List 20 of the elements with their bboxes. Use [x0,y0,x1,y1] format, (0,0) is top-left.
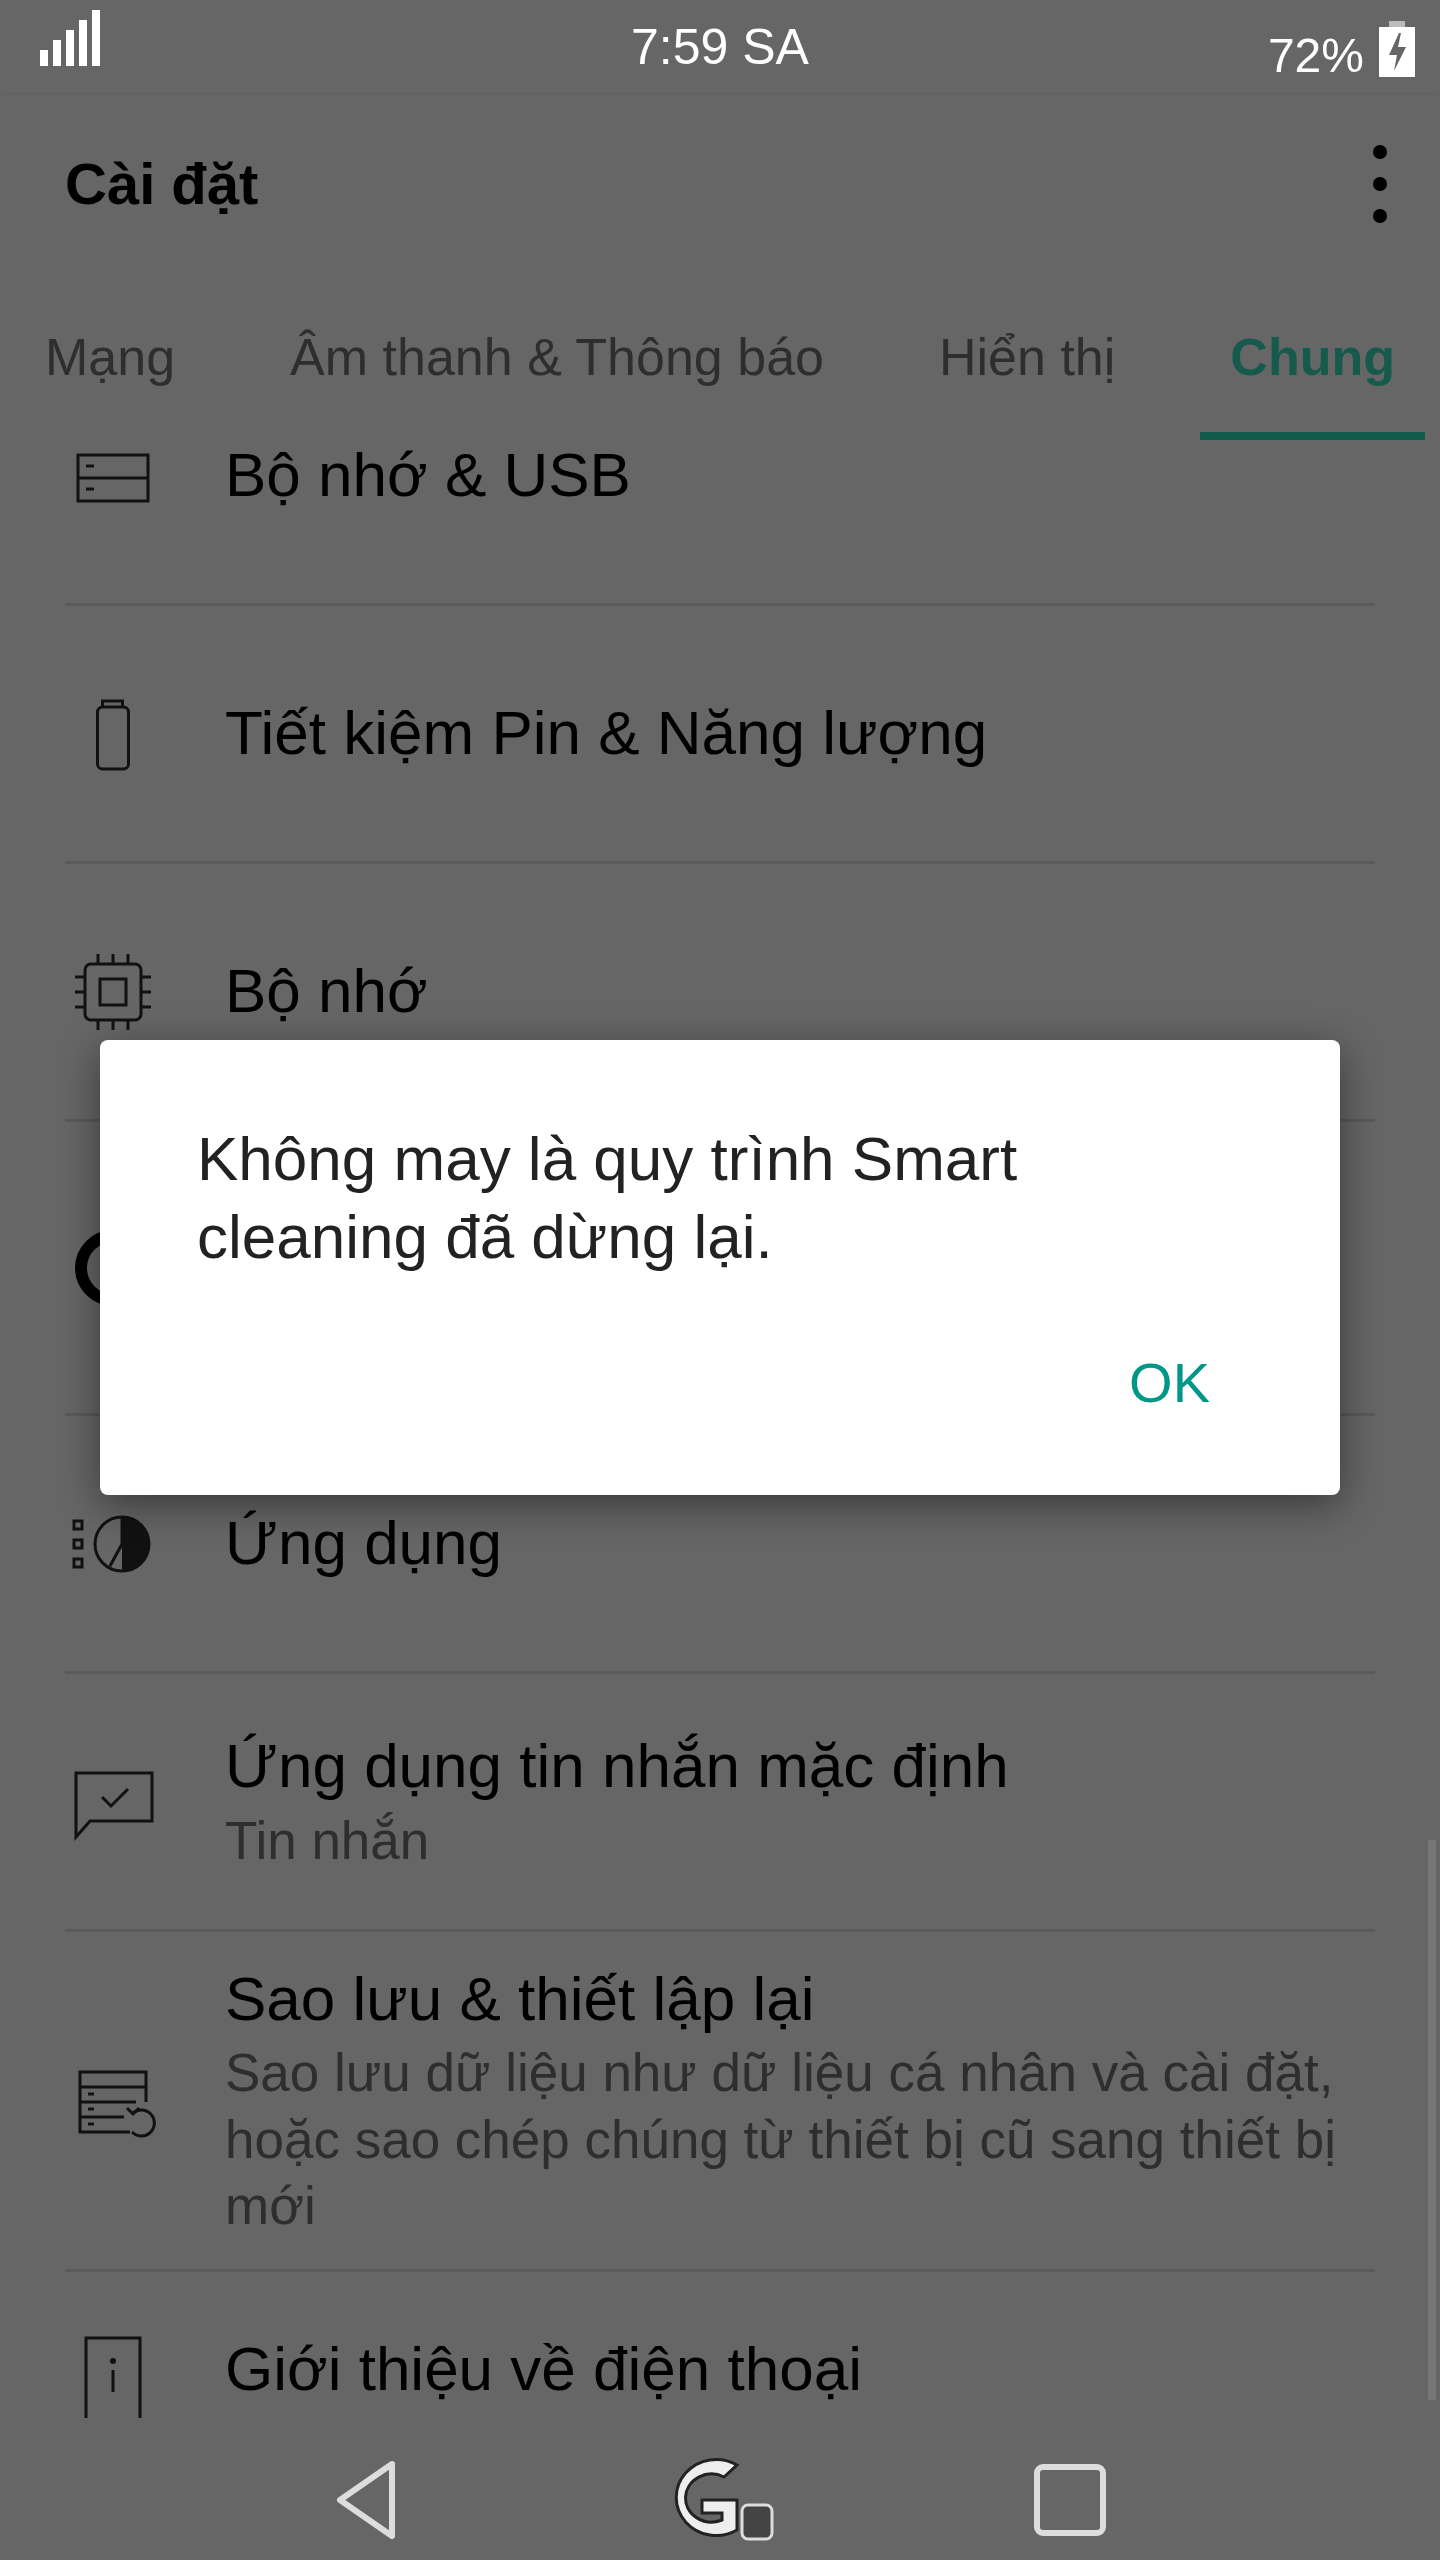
tab[interactable]: Hiển thị [909,272,1146,440]
setting-title[interactable]: Giới thiệu về điện thoại [225,2332,1365,2407]
setting-title[interactable]: Tiết kiệm Pin & Năng lượng [225,696,1365,771]
setting-summary: Tin nhắn [225,1809,431,1872]
recent-apps-icon[interactable] [1032,2462,1108,2538]
tab[interactable]: Âm thanh & Thông báo [260,272,854,440]
signal-icon [40,10,100,66]
clock-time: 7:59 SA [631,18,809,77]
dialog-message: Không may là quy trình Smart cleaning đã dừng lại. [197,1123,1019,1273]
setting-title[interactable]: Ứng dụng [225,1506,1365,1581]
setting-title[interactable]: Bộ nhớ [225,954,1365,1029]
tab[interactable]: Mạng [15,272,206,440]
battery-charging-icon [1379,21,1415,77]
setting-summary: Sao lưu dữ liệu như dữ liệu cá nhân và cài đặt, hoặc sao chép chúng từ thiết bị cũ sang thiết bị mới [225,2042,1337,2237]
battery-percent: 72% [1267,28,1364,84]
setting-title[interactable]: Ứng dụng tin nhắn mặc định [225,1729,1365,1804]
ok-button[interactable]: OK [1099,1331,1240,1435]
screen-title: Cài đặt [65,150,259,218]
setting-title[interactable]: Bộ nhớ & USB [225,440,1365,513]
setting-title[interactable]: Sao lưu & thiết lập lại [225,1962,1365,2037]
